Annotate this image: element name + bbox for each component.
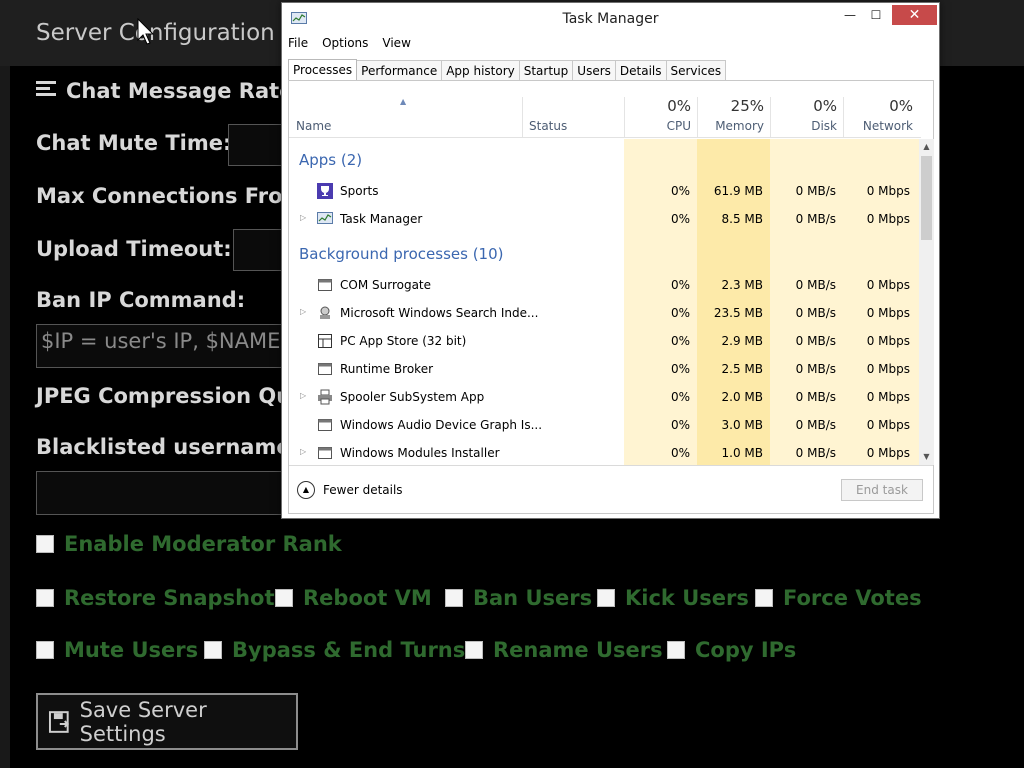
expand-icon[interactable]: ▷ bbox=[300, 391, 306, 400]
expand-icon[interactable]: ▷ bbox=[300, 307, 306, 316]
scroll-up-icon[interactable]: ▲ bbox=[919, 139, 934, 155]
process-row[interactable]: Sports 0% 61.9 MB 0 MB/s 0 Mbps bbox=[289, 177, 921, 205]
copy-ips-checkbox[interactable]: Copy IPs bbox=[667, 638, 796, 662]
blacklist-label: Blacklisted usernames bbox=[36, 435, 304, 459]
column-status[interactable]: Status bbox=[522, 97, 622, 137]
printer-icon bbox=[318, 389, 332, 405]
tab-services[interactable]: Services bbox=[666, 60, 727, 81]
bypass-end-turns-checkbox[interactable]: Bypass & End Turns bbox=[204, 638, 465, 662]
column-cpu[interactable]: 0% CPU bbox=[624, 97, 697, 137]
tab-performance[interactable]: Performance bbox=[357, 60, 443, 81]
tab-startup[interactable]: Startup bbox=[519, 60, 574, 81]
column-disk[interactable]: 0% Disk bbox=[770, 97, 843, 137]
window-icon bbox=[318, 279, 332, 291]
process-row[interactable]: PC App Store (32 bit) 0% 2.9 MB 0 MB/s 0… bbox=[289, 327, 921, 355]
process-row[interactable]: ▷ Windows Modules Installer 0% 1.0 MB 0 … bbox=[289, 439, 921, 467]
column-memory[interactable]: 25% Memory bbox=[697, 97, 770, 137]
blacklist-input[interactable] bbox=[36, 471, 286, 515]
upload-timeout-input[interactable] bbox=[233, 229, 283, 271]
tab-app-history[interactable]: App history bbox=[442, 60, 520, 81]
process-row[interactable]: Windows Audio Device Graph Is... 0% 3.0 … bbox=[289, 411, 921, 439]
process-row[interactable]: ▷ Microsoft Windows Search Inde... 0% 23… bbox=[289, 299, 921, 327]
chevron-up-icon: ▲ bbox=[297, 481, 315, 499]
tab-users[interactable]: Users bbox=[573, 60, 616, 81]
ban-command-input[interactable]: $IP = user's IP, $NAME bbox=[36, 324, 286, 368]
checkbox-box[interactable] bbox=[667, 641, 685, 659]
expand-icon[interactable]: ▷ bbox=[300, 447, 306, 456]
checkbox-box[interactable] bbox=[36, 535, 54, 553]
window-icon bbox=[318, 447, 332, 459]
save-server-settings-button[interactable]: Save Server Settings bbox=[36, 693, 298, 750]
list-icon bbox=[36, 79, 58, 103]
window-icon bbox=[318, 363, 332, 375]
page-title: Server Configuration bbox=[36, 20, 275, 46]
mouse-cursor-icon bbox=[137, 18, 155, 45]
save-icon bbox=[48, 710, 70, 733]
task-manager-window[interactable]: Task Manager — ☐ ✕ File Options View Pro… bbox=[281, 2, 940, 519]
maximize-button[interactable]: ☐ bbox=[863, 5, 889, 25]
left-rail bbox=[0, 66, 10, 768]
column-network[interactable]: 0% Network bbox=[843, 97, 919, 137]
group-background: Background processes (10) bbox=[299, 245, 504, 263]
checkbox-box[interactable] bbox=[597, 589, 615, 607]
footer-bar: ▲ Fewer details End task bbox=[289, 465, 933, 513]
checkbox-box[interactable] bbox=[445, 589, 463, 607]
scroll-thumb[interactable] bbox=[921, 156, 932, 240]
checkbox-box[interactable] bbox=[465, 641, 483, 659]
sort-arrow-icon: ▲ bbox=[400, 97, 407, 106]
menu-bar: File Options View bbox=[288, 36, 411, 56]
menu-file[interactable]: File bbox=[288, 36, 308, 56]
fewer-details-button[interactable]: ▲ Fewer details bbox=[297, 481, 403, 499]
group-apps: Apps (2) bbox=[299, 151, 363, 169]
expand-icon[interactable]: ▷ bbox=[300, 213, 306, 222]
kick-users-checkbox[interactable]: Kick Users bbox=[597, 586, 749, 610]
jpeg-quality-label: JPEG Compression Qu bbox=[36, 384, 292, 408]
processes-panel: ▲ Name Status 0% CPU 25% Memory 0% Disk 0% N… bbox=[288, 80, 934, 514]
tab-details[interactable]: Details bbox=[615, 60, 667, 81]
end-task-button[interactable]: End task bbox=[841, 479, 923, 501]
minimize-button[interactable]: — bbox=[837, 5, 863, 25]
grid-icon bbox=[318, 334, 332, 348]
menu-options[interactable]: Options bbox=[322, 36, 368, 56]
rename-users-checkbox[interactable]: Rename Users bbox=[465, 638, 663, 662]
search-indexer-icon bbox=[320, 306, 330, 319]
close-button[interactable]: ✕ bbox=[892, 5, 937, 25]
scroll-down-icon[interactable]: ▼ bbox=[919, 449, 934, 465]
menu-view[interactable]: View bbox=[382, 36, 410, 56]
vertical-scrollbar[interactable]: ▲ ▼ bbox=[919, 139, 934, 465]
mute-time-input[interactable] bbox=[228, 124, 283, 166]
process-row[interactable]: COM Surrogate 0% 2.3 MB 0 MB/s 0 Mbps bbox=[289, 271, 921, 299]
ban-command-label: Ban IP Command: bbox=[36, 288, 246, 312]
title-bar[interactable]: Task Manager — ☐ ✕ bbox=[282, 3, 939, 35]
process-row[interactable]: Runtime Broker 0% 2.5 MB 0 MB/s 0 Mbps bbox=[289, 355, 921, 383]
process-row[interactable]: ▷ Spooler SubSystem App 0% 2.0 MB 0 MB/s… bbox=[289, 383, 921, 411]
mute-time-label: Chat Mute Time: bbox=[36, 131, 232, 155]
column-name[interactable]: Name bbox=[296, 119, 331, 133]
ban-users-checkbox[interactable]: Ban Users bbox=[445, 586, 592, 610]
checkbox-box[interactable] bbox=[36, 641, 54, 659]
tab-processes[interactable]: Processes bbox=[288, 59, 358, 81]
task-manager-icon bbox=[317, 212, 333, 224]
column-header: ▲ Name Status 0% CPU 25% Memory 0% Disk 0% N… bbox=[289, 81, 921, 138]
max-connections-label: Max Connections From bbox=[36, 184, 305, 208]
checkbox-box[interactable] bbox=[36, 589, 54, 607]
process-row[interactable]: ▷ Task Manager 0% 8.5 MB 0 MB/s 0 Mbps bbox=[289, 205, 921, 233]
restore-snapshot-checkbox[interactable]: Restore Snapshot bbox=[36, 586, 274, 610]
checkbox-box[interactable] bbox=[275, 589, 293, 607]
moderator-checkbox[interactable]: Enable Moderator Rank bbox=[36, 532, 342, 556]
trophy-icon bbox=[317, 183, 333, 199]
tab-strip: Processes Performance App history Startu… bbox=[288, 59, 727, 81]
window-icon bbox=[318, 419, 332, 431]
mute-users-checkbox[interactable]: Mute Users bbox=[36, 638, 198, 662]
chat-rate-label: Chat Message Rate bbox=[36, 79, 293, 103]
force-votes-checkbox[interactable]: Force Votes bbox=[755, 586, 922, 610]
checkbox-box[interactable] bbox=[755, 589, 773, 607]
checkbox-box[interactable] bbox=[204, 641, 222, 659]
upload-timeout-label: Upload Timeout: bbox=[36, 237, 232, 261]
reboot-vm-checkbox[interactable]: Reboot VM bbox=[275, 586, 432, 610]
